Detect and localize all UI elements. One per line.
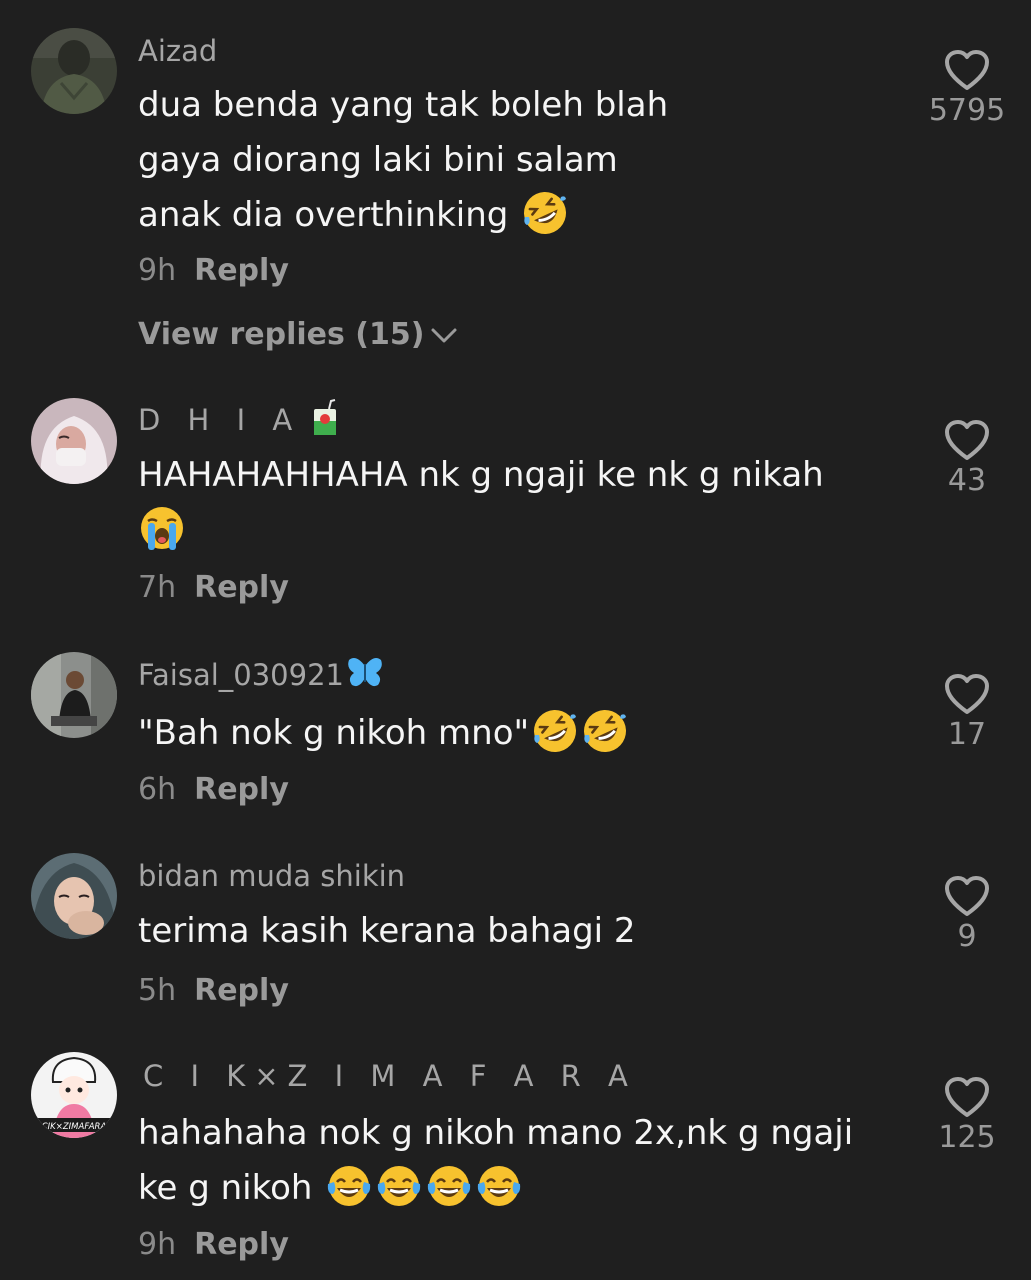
avatar[interactable] [31,398,117,484]
like-count: 9 [957,919,977,954]
comment-line-text: "Bah nok g nikoh mno" [138,713,530,753]
comment-line: hahahaha nok g nikoh mano 2x,nk g ngaji [138,1113,854,1153]
comment-item: Aizad dua benda yang tak boleh blah gaya… [0,0,1031,380]
comment-item: CIK×ZIMAFARA C I K×Z I M A F A R A hahah… [0,1030,1031,1280]
like-count: 125 [938,1120,996,1155]
like-button[interactable]: 9 [917,874,1017,953]
avatar[interactable] [31,652,117,738]
comment-meta: 6h Reply [138,775,289,805]
reply-button[interactable]: Reply [194,973,289,1008]
tears-of-joy-emoji [378,1165,421,1206]
comment-line-text: anak dia overthinking [138,195,509,235]
comment-line: terima kasih kerana bahagi 2 [138,911,636,951]
heart-icon [945,50,989,90]
username[interactable]: Aizad [138,37,217,66]
comment-time: 5h [138,973,177,1008]
heart-icon [945,420,989,460]
chevron-down-icon [431,328,457,342]
comment-text: HAHAHAHHAHA nk g ngaji ke nk g nikah [138,448,898,558]
heart-icon [945,876,989,916]
like-button[interactable]: 43 [917,418,1017,497]
username[interactable]: C I K×Z I M A F A R A [143,1062,637,1091]
heart-icon [945,1077,989,1117]
comment-line: "Bah nok g nikoh mno" [138,706,898,761]
comment-meta: 9h Reply [138,1230,289,1260]
comment-line: ke g nikoh [138,1161,898,1216]
comment-time: 9h [138,253,177,288]
tears-of-joy-emoji [428,1165,471,1206]
tears-of-joy-emoji [328,1165,371,1206]
avatar[interactable] [31,28,117,114]
view-replies-label: View replies (15) [138,317,425,352]
comment-time: 9h [138,1227,177,1262]
reply-button[interactable]: Reply [194,570,289,605]
comment-line-text: ke g nikoh [138,1168,313,1208]
view-replies-button[interactable]: View replies (15) [138,320,458,350]
comment-item: D H I A HAHAHAHHAHA nk g ngaji ke nk g n… [0,380,1031,630]
avatar[interactable] [31,853,117,939]
reply-button[interactable]: Reply [194,253,289,288]
loudly-crying-emoji [141,506,183,550]
rofl-emoji [524,191,567,234]
username[interactable]: Faisal_030921 [138,658,384,692]
comment-time: 6h [138,772,177,807]
comment-time: 7h [138,570,177,605]
comment-item: Faisal_030921 "Bah nok g nikoh mno" 6h Re… [0,630,1031,830]
comment-item: bidan muda shikin terima kasih kerana ba… [0,830,1031,1030]
comment-meta: 9h Reply [138,256,289,286]
reply-button[interactable]: Reply [194,1227,289,1262]
juice-box-icon [314,399,337,435]
butterfly-icon [348,658,382,687]
like-count: 17 [947,717,987,752]
rofl-emoji [534,709,577,752]
comment-line: anak dia overthinking [138,188,898,243]
like-count: 5795 [928,93,1006,128]
comment-line: dua benda yang tak boleh blah [138,85,669,125]
reply-button[interactable]: Reply [194,772,289,807]
comment-line: HAHAHAHHAHA nk g ngaji ke nk g nikah [138,455,824,495]
avatar-text: CIK×ZIMAFARA [42,1122,107,1132]
like-button[interactable]: 125 [917,1075,1017,1154]
rofl-emoji [584,709,627,752]
like-button[interactable]: 5795 [917,48,1017,127]
comment-line: gaya diorang laki bini salam [138,140,618,180]
username-text: Faisal_030921 [138,658,344,692]
avatar[interactable]: CIK×ZIMAFARA [31,1052,117,1138]
comment-text: dua benda yang tak boleh blah gaya diora… [138,78,898,243]
comment-text: terima kasih kerana bahagi 2 [138,904,898,959]
heart-icon [945,674,989,714]
tears-of-joy-emoji [478,1165,521,1206]
like-count: 43 [947,463,987,498]
username[interactable]: D H I A [138,399,339,437]
comment-line [138,503,898,558]
username[interactable]: bidan muda shikin [138,862,405,891]
comment-text: hahahaha nok g nikoh mano 2x,nk g ngaji … [138,1106,898,1216]
comment-text: "Bah nok g nikoh mno" [138,706,898,761]
like-button[interactable]: 17 [917,672,1017,751]
username-text: D H I A [138,403,302,437]
comment-meta: 7h Reply [138,573,289,603]
comment-meta: 5h Reply [138,976,289,1006]
